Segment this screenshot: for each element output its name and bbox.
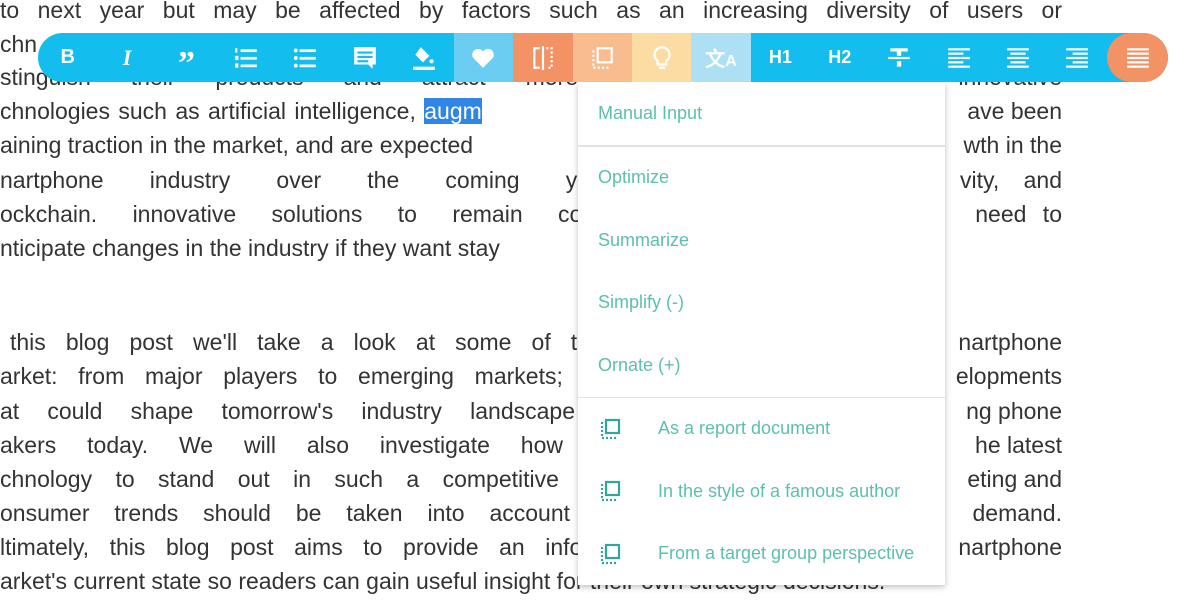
dotted-square-icon (600, 543, 621, 564)
text-line: to next year but may be affected by fact… (0, 0, 1062, 23)
text-fragment: chnologies such as artificial intelligen… (0, 98, 425, 124)
h2-label: H2 (828, 47, 852, 67)
h1-label: H1 (768, 47, 792, 67)
translate-icon: 文A (705, 49, 737, 71)
comment-icon (353, 46, 376, 69)
bullet-list-icon (294, 47, 317, 68)
h2-button[interactable]: H2 (810, 33, 869, 82)
menu-item-label: In the style of a famous author (658, 480, 901, 501)
menu-item-report-document[interactable]: As a report document (578, 398, 945, 461)
text-line: wth in the (963, 132, 1062, 158)
text-line: eting and (967, 466, 1062, 492)
formatting-toolbar: B I ” 文A H1 H2 (38, 33, 1168, 82)
menu-item-manual-input[interactable]: Manual Input (578, 82, 945, 145)
align-left-button[interactable] (929, 33, 988, 82)
menu-item-summarize[interactable]: Summarize (578, 209, 945, 272)
strikethrough-button[interactable] (869, 33, 928, 82)
text-line: ockchain. innovative solutions to remain… (0, 201, 590, 227)
menu-item-label: As a report document (658, 418, 831, 439)
text-line: arket: from major players to emerging ma… (0, 363, 590, 389)
strikethrough-icon (888, 47, 910, 67)
menu-item-simplify[interactable]: Simplify (-) (578, 272, 945, 335)
dotted-square-icon (600, 418, 621, 439)
text-line: nticipate changes in the industry if the… (0, 235, 500, 261)
align-right-icon (1066, 47, 1089, 68)
text-line: demand. (972, 500, 1062, 526)
text-line: akers today. We will also investigate ho… (0, 432, 563, 458)
align-left-icon (947, 47, 970, 68)
text-line: need to (975, 201, 1062, 227)
heart-icon (472, 48, 495, 68)
rewrite-dropdown-menu: Manual Input Optimize Summarize Simplify… (578, 82, 945, 585)
text-line: aining traction in the market, and are e… (0, 132, 474, 158)
comment-button[interactable] (335, 33, 394, 82)
text-line: chn (0, 31, 38, 57)
favorite-button[interactable] (453, 33, 514, 82)
text-line: ave been (967, 98, 1062, 124)
split-icon (533, 45, 553, 70)
menu-item-label: Optimize (598, 167, 670, 188)
align-center-button[interactable] (988, 33, 1047, 82)
menu-item-optimize[interactable]: Optimize (578, 147, 945, 210)
translate-button[interactable]: 文A (691, 33, 751, 82)
menu-item-label: Summarize (598, 229, 690, 250)
italic-button[interactable]: I (97, 33, 156, 82)
rewrite-button[interactable] (572, 33, 632, 82)
text-line: he latest (975, 432, 1062, 458)
italic-icon: I (122, 44, 132, 70)
align-center-icon (1007, 47, 1029, 68)
text-line: chnology to stand out in such a competit… (0, 466, 590, 492)
menu-item-label: Ornate (+) (598, 354, 681, 375)
menu-item-famous-author[interactable]: In the style of a famous author (578, 460, 945, 523)
text-line: nartphone (958, 329, 1062, 355)
menu-item-target-group[interactable]: From a target group perspective (578, 523, 945, 586)
text-line: chnologies such as artificial intelligen… (0, 94, 578, 128)
menu-item-label: Manual Input (598, 102, 703, 123)
dotted-square-icon (592, 46, 614, 69)
menu-item-label: From a target group perspective (658, 543, 915, 564)
text-line: vity, and (960, 167, 1062, 193)
text-line: elopments (955, 363, 1062, 389)
dotted-square-icon (600, 481, 621, 502)
ordered-list-button[interactable] (216, 33, 275, 82)
text-line: this blog post we'll take a look at some… (10, 329, 590, 355)
bullet-list-button[interactable] (276, 33, 335, 82)
paint-bucket-icon (413, 46, 435, 70)
bold-button[interactable]: B (38, 33, 97, 82)
justify-icon (1126, 47, 1149, 68)
h1-button[interactable]: H1 (751, 33, 810, 82)
ordered-list-icon (235, 47, 257, 68)
text-line: nartphone (958, 534, 1062, 560)
quote-icon: ” (177, 44, 195, 82)
quote-button[interactable]: ” (157, 33, 216, 82)
text-line: at could shape tomorrow's industry lands… (0, 398, 575, 424)
text-line: ng phone (966, 398, 1062, 424)
menu-item-ornate[interactable]: Ornate (+) (578, 334, 945, 397)
compare-button[interactable] (513, 33, 573, 82)
lightbulb-icon (653, 45, 671, 69)
bold-icon: B (60, 46, 75, 68)
menu-item-label: Simplify (-) (598, 292, 684, 313)
align-right-button[interactable] (1048, 33, 1107, 82)
justify-button[interactable] (1107, 33, 1168, 82)
fill-color-button[interactable] (394, 33, 453, 82)
ideas-button[interactable] (631, 33, 692, 82)
text-line: onsumer trends should be taken into acco… (0, 500, 570, 526)
text-line: nartphone industry over the coming ye (0, 167, 590, 193)
text-line: ltimately, this blog post aims to provid… (0, 534, 590, 560)
selected-text[interactable]: augm (424, 98, 482, 124)
